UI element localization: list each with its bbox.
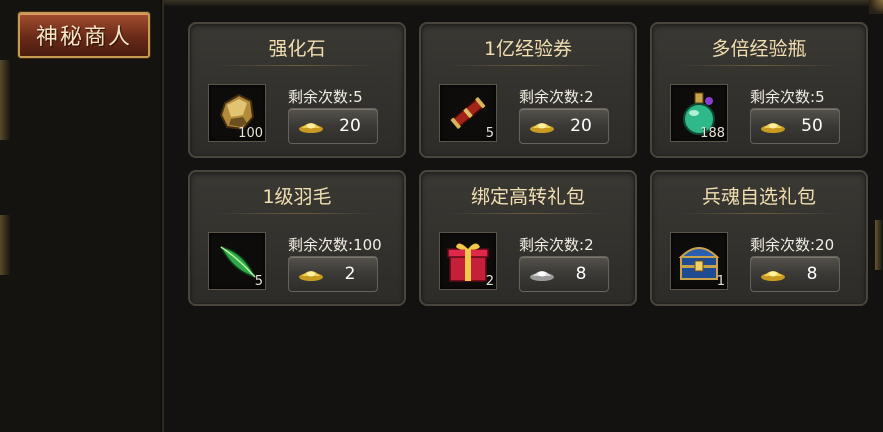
item-slot[interactable]: 188 — [670, 84, 728, 142]
item-count: 188 — [700, 126, 725, 141]
item-name: 强化石 — [268, 38, 326, 60]
remaining-count: 剩余次数:100 — [288, 236, 382, 254]
buy-button[interactable]: 8 — [750, 256, 840, 292]
remaining-count: 剩余次数:5 — [288, 88, 363, 106]
divider — [445, 65, 611, 66]
sidebar: 神秘商人 — [0, 0, 164, 432]
item-count: 2 — [485, 274, 494, 289]
item-count: 5 — [254, 274, 263, 289]
price: 2 — [344, 264, 356, 284]
gold-ingot-icon — [530, 123, 554, 133]
remaining-count: 剩余次数:2 — [519, 236, 594, 254]
divider — [676, 65, 842, 66]
price: 20 — [570, 116, 592, 136]
price: 20 — [339, 116, 361, 136]
corner-ornament — [869, 0, 883, 14]
buy-button[interactable]: 8 — [519, 256, 609, 292]
divider — [445, 213, 611, 214]
item-count: 1 — [716, 274, 725, 289]
shop-item-card: 1亿经验券 5 剩余次数:2 20 — [419, 22, 637, 158]
shop-item-card: 兵魂自选礼包 1 剩余次数:20 8 — [650, 170, 868, 306]
sidebar-ornament — [0, 215, 10, 275]
item-name: 多倍经验瓶 — [711, 38, 807, 60]
gold-ingot-icon — [761, 123, 785, 133]
price: 50 — [801, 116, 823, 136]
divider — [214, 213, 380, 214]
shop-item-card: 强化石 100 剩余次数:5 20 — [188, 22, 406, 158]
item-slot[interactable]: 5 — [208, 232, 266, 290]
item-slot[interactable]: 1 — [670, 232, 728, 290]
item-slot[interactable]: 5 — [439, 84, 497, 142]
tab-mystery-merchant[interactable]: 神秘商人 — [18, 12, 150, 58]
buy-button[interactable]: 2 — [288, 256, 378, 292]
buy-button[interactable]: 20 — [519, 108, 609, 144]
remaining-count: 剩余次数:5 — [750, 88, 825, 106]
item-count: 100 — [238, 126, 263, 141]
silver-ingot-icon — [530, 271, 554, 281]
remaining-count: 剩余次数:2 — [519, 88, 594, 106]
gold-ingot-icon — [761, 271, 785, 281]
item-name: 1亿经验券 — [483, 38, 573, 60]
gold-ingot-icon — [299, 123, 323, 133]
item-slot[interactable]: 100 — [208, 84, 266, 142]
item-count: 5 — [485, 126, 494, 141]
item-name: 兵魂自选礼包 — [701, 186, 816, 208]
price: 8 — [575, 264, 587, 284]
item-name: 1级羽毛 — [262, 186, 332, 208]
shop-item-card: 绑定高转礼包 2 剩余次数:2 8 — [419, 170, 637, 306]
item-name: 绑定高转礼包 — [470, 186, 585, 208]
shop-item-card: 多倍经验瓶 188 剩余次数:5 50 — [650, 22, 868, 158]
right-ornament — [875, 220, 883, 270]
gold-ingot-icon — [299, 271, 323, 281]
item-slot[interactable]: 2 — [439, 232, 497, 290]
buy-button[interactable]: 50 — [750, 108, 840, 144]
sidebar-ornament — [0, 60, 10, 140]
remaining-count: 剩余次数:20 — [750, 236, 835, 254]
divider — [676, 213, 842, 214]
divider — [214, 65, 380, 66]
shop-item-card: 1级羽毛 5 剩余次数:100 2 — [188, 170, 406, 306]
price: 8 — [806, 264, 818, 284]
buy-button[interactable]: 20 — [288, 108, 378, 144]
